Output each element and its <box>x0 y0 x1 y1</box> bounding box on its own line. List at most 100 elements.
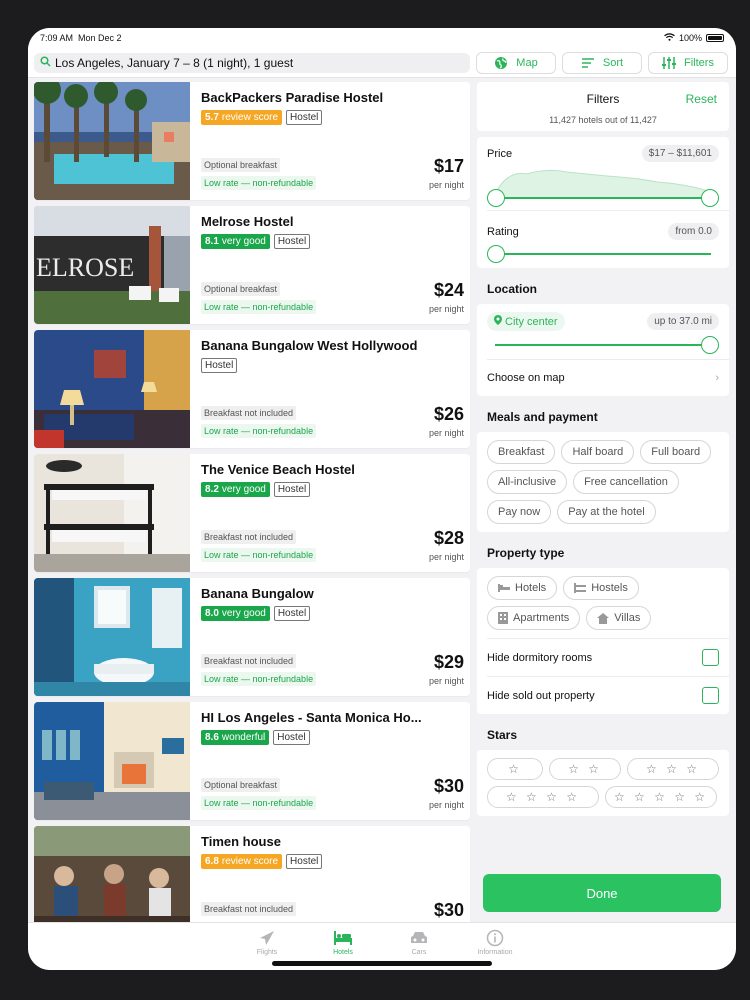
home-indicator <box>272 961 492 966</box>
city-center-chip[interactable]: City center <box>487 312 565 331</box>
meal-tag: Optional breakfast <box>201 778 281 792</box>
price: $28 <box>433 528 464 548</box>
property-chip-villas[interactable]: Villas <box>586 606 652 630</box>
meal-chip-all-inclusive[interactable]: All-inclusive <box>487 470 568 494</box>
hotel-name: BackPackers Paradise Hostel <box>201 90 384 105</box>
rating-handle[interactable] <box>487 245 505 263</box>
filters-header: Filters Reset 11,427 hotels out of 11,42… <box>477 82 729 131</box>
car-icon <box>389 929 449 947</box>
hotel-name: Melrose Hostel <box>201 214 294 229</box>
bed-icon <box>313 929 373 947</box>
location-pin-icon <box>494 315 502 328</box>
plane-icon <box>237 929 297 947</box>
hotel-card[interactable]: Banana Bungalow West Hollywood Hostel Br… <box>34 330 470 448</box>
star-chip-1[interactable]: ☆ <box>487 758 543 780</box>
stars-title: Stars <box>487 728 518 742</box>
hotel-info: The Venice Beach Hostel 8.2 very good Hos… <box>190 454 470 572</box>
hotel-photo <box>34 702 190 820</box>
meal-tag: Optional breakfast <box>201 282 281 296</box>
hotel-info: BackPackers Paradise Hostel 5.7 review sc… <box>190 82 470 200</box>
star-chip-4[interactable]: ☆ ☆ ☆ ☆ <box>487 786 599 808</box>
hotel-card[interactable]: Banana Bungalow 8.0 very good Hostel Brea… <box>34 578 470 696</box>
star-chip-2[interactable]: ☆ ☆ <box>549 758 621 780</box>
meal-chip-pay-at-hotel[interactable]: Pay at the hotel <box>557 500 656 524</box>
choose-on-map-label: Choose on map <box>487 372 565 384</box>
hide-dormitory-checkbox[interactable] <box>702 649 719 666</box>
price-max-handle[interactable] <box>701 189 719 207</box>
tab-label: Cars <box>411 949 427 956</box>
property-chip-label: Apartments <box>513 612 570 624</box>
top-bar: Los Angeles, January 7 – 8 (1 night), 1 … <box>28 48 736 78</box>
rating-value: from 0.0 <box>668 223 719 240</box>
review-score-text: review score <box>221 856 279 867</box>
rating-slider[interactable] <box>487 240 719 268</box>
star-chip-3[interactable]: ☆ ☆ ☆ <box>627 758 719 780</box>
meal-chip-breakfast[interactable]: Breakfast <box>487 440 556 464</box>
sliders-icon <box>662 56 677 69</box>
location-title: Location <box>487 282 537 296</box>
sort-button[interactable]: Sort <box>562 51 642 74</box>
property-chip-hotels[interactable]: Hotels <box>487 576 558 600</box>
tab-cars[interactable]: Cars <box>389 929 449 956</box>
rate-tag: Low rate — non-refundable <box>201 300 317 314</box>
hotel-card[interactable]: HI Los Angeles - Santa Monica Ho... 8.6 w… <box>34 702 470 820</box>
review-score-value: 8.6 <box>205 732 219 743</box>
meal-chip-pay-now[interactable]: Pay now <box>487 500 552 524</box>
review-score-text: review score <box>221 112 279 123</box>
price: $17 <box>433 156 464 176</box>
bunk-bed-icon <box>574 583 587 593</box>
property-type-badge: Hostel <box>273 730 310 745</box>
hide-dormitory-row[interactable]: Hide dormitory rooms <box>477 639 729 676</box>
star-chip-5[interactable]: ☆ ☆ ☆ ☆ ☆ <box>605 786 717 808</box>
price-min-handle[interactable] <box>487 189 505 207</box>
meal-chip-half-board[interactable]: Half board <box>561 440 635 464</box>
per-night-label: per night <box>428 676 464 686</box>
hide-sold-out-checkbox[interactable] <box>702 687 719 704</box>
property-chip-apartments[interactable]: Apartments <box>487 606 581 630</box>
review-score-badge: 8.1 very good <box>201 234 270 249</box>
property-chip-label: Hotels <box>515 582 547 594</box>
done-button[interactable]: Done <box>483 874 721 912</box>
hide-sold-out-row[interactable]: Hide sold out property <box>477 677 729 714</box>
review-score-badge: 8.6 wonderful <box>201 730 270 745</box>
meal-chip-free-cancellation[interactable]: Free cancellation <box>573 470 679 494</box>
rate-tag: Low rate — non-refundable <box>201 424 317 438</box>
hotel-photo: ELROSE <box>34 206 190 324</box>
choose-on-map-row[interactable]: Choose on map › <box>477 360 729 396</box>
bed-icon <box>498 584 510 592</box>
hotel-card[interactable]: The Venice Beach Hostel 8.2 very good Hos… <box>34 454 470 572</box>
rate-tag: Low rate — non-refundable <box>201 176 317 190</box>
per-night-label: per night <box>428 180 464 190</box>
per-night-label: per night <box>428 304 464 314</box>
distance-handle[interactable] <box>701 336 719 354</box>
hotel-photo <box>34 330 190 448</box>
price-rating-block: Price $17 – $11,601 Rating from 0.0 <box>477 137 729 268</box>
filters-button[interactable]: Filters <box>648 51 728 74</box>
battery-percent: 100% <box>678 33 702 43</box>
status-time: 7:09 AM <box>40 33 74 43</box>
per-night-label: per night <box>428 800 464 810</box>
property-chip-hostels[interactable]: Hostels <box>563 576 639 600</box>
tab-information[interactable]: Information <box>465 929 525 956</box>
review-score-text: very good <box>221 484 266 495</box>
tab-bar: Flights Hotels Cars Information <box>28 922 736 970</box>
tab-hotels[interactable]: Hotels <box>313 929 373 956</box>
meal-chip-full-board[interactable]: Full board <box>640 440 712 464</box>
price-range: $17 – $11,601 <box>641 145 719 162</box>
distance-value: up to 37.0 mi <box>647 313 719 330</box>
hotel-info: Banana Bungalow West Hollywood Hostel Br… <box>190 330 470 448</box>
reset-button[interactable]: Reset <box>686 92 717 106</box>
review-score-text: very good <box>221 236 266 247</box>
search-field[interactable]: Los Angeles, January 7 – 8 (1 night), 1 … <box>34 52 470 73</box>
distance-slider[interactable] <box>487 331 719 359</box>
search-query: Los Angeles, January 7 – 8 (1 night), 1 … <box>55 55 294 70</box>
price: $29 <box>433 652 464 672</box>
hotel-name: The Venice Beach Hostel <box>201 462 355 477</box>
property-type-badge: Hostel <box>201 358 238 373</box>
tab-flights[interactable]: Flights <box>237 929 297 956</box>
map-button[interactable]: Map <box>476 51 556 74</box>
price: $26 <box>433 404 464 424</box>
hotel-card[interactable]: BackPackers Paradise Hostel 5.7 review sc… <box>34 82 470 200</box>
review-score-badge: 8.2 very good <box>201 482 270 497</box>
hotel-card[interactable]: ELROSE Melrose Hostel 8.1 very good Hoste… <box>34 206 470 324</box>
